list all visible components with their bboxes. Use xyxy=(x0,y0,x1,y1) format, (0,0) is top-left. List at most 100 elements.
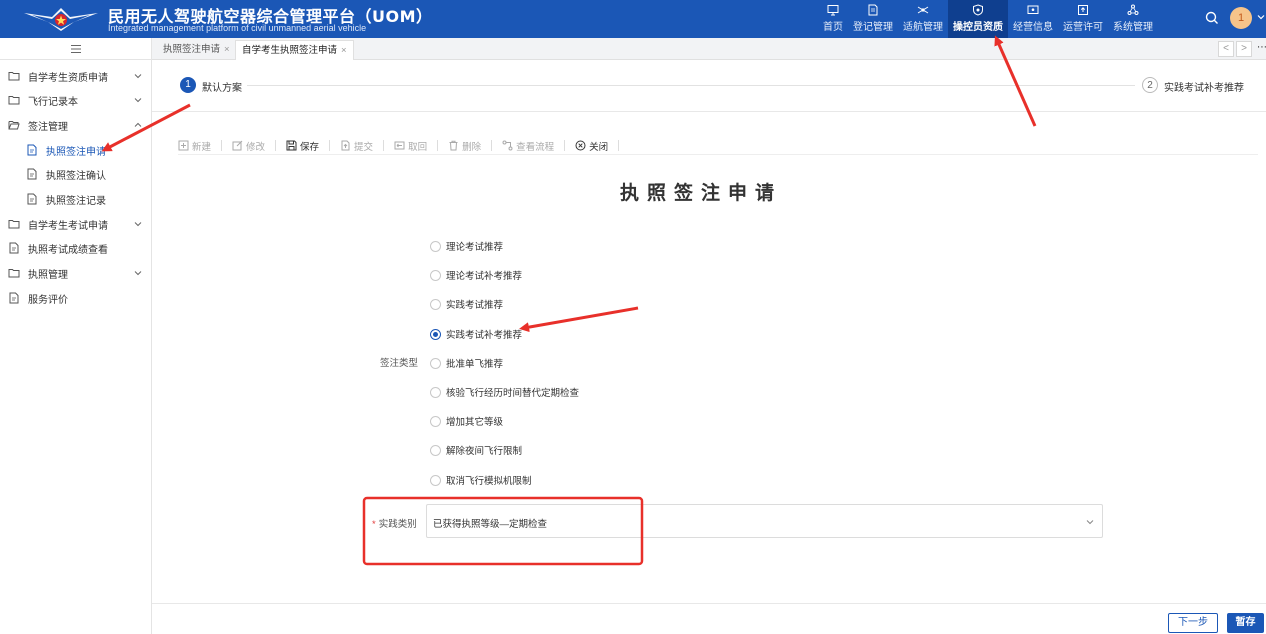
nav-registration[interactable]: 登记管理 xyxy=(848,0,898,38)
close-circle-icon xyxy=(575,140,586,151)
retrieve-icon xyxy=(394,141,405,150)
menu-icon xyxy=(70,44,81,53)
endorsement-option[interactable]: 核验飞行经历时间替代定期检查 xyxy=(430,385,579,399)
monitor-icon xyxy=(827,5,839,16)
nav-label: 首页 xyxy=(823,22,843,33)
save-button[interactable]: 保存 xyxy=(286,139,319,153)
tab-next-button[interactable]: > xyxy=(1236,41,1252,57)
document-icon xyxy=(27,193,37,205)
nav-operation-license[interactable]: 运营许可 xyxy=(1058,0,1108,38)
edit-button[interactable]: 修改 xyxy=(232,139,265,153)
nav-operator-qualification[interactable]: 操控员资质 xyxy=(948,0,1008,38)
chevron-down-icon[interactable] xyxy=(1256,12,1266,22)
form-title: 执照签注申请 xyxy=(620,182,783,204)
sidebar-item[interactable]: 飞行记录本 xyxy=(0,89,152,111)
required-mark: * xyxy=(372,519,376,530)
sidebar-item[interactable]: 执照考试成绩查看 xyxy=(0,237,152,259)
radio-button[interactable] xyxy=(430,328,441,340)
sidebar-item-label: 自学考生资质申请 xyxy=(28,72,108,84)
radio-button[interactable] xyxy=(430,269,441,281)
close-icon[interactable]: × xyxy=(224,44,230,55)
practice-category-select[interactable]: 已获得执照等级—定期检查 xyxy=(426,504,1103,538)
step-1-label[interactable]: 默认方案 xyxy=(202,79,242,94)
search-icon[interactable] xyxy=(1205,11,1219,25)
endorsement-option-label: 理论考试推荐 xyxy=(446,242,504,253)
sidebar-item[interactable]: 自学考生考试申请 xyxy=(0,213,152,235)
document-icon xyxy=(9,242,19,254)
top-nav: 首页 登记管理 适航管理 操控员资质 经营信息 运营许可 系统管理 xyxy=(818,0,1158,38)
nav-home[interactable]: 首页 xyxy=(818,0,848,38)
radio-button[interactable] xyxy=(430,386,441,398)
close-icon[interactable]: × xyxy=(341,45,347,56)
endorsement-option[interactable]: 批准单飞推荐 xyxy=(430,356,503,370)
endorsement-option[interactable]: 实践考试补考推荐 xyxy=(430,327,522,341)
tab-endorsement-application[interactable]: 执照签注申请 × xyxy=(157,40,236,60)
radio-button[interactable] xyxy=(430,474,441,486)
drone-icon xyxy=(917,6,929,14)
temporary-save-button[interactable]: 暂存 xyxy=(1227,613,1264,633)
delete-button[interactable]: 删除 xyxy=(448,139,481,153)
next-step-button[interactable]: 下一步 xyxy=(1168,613,1218,633)
save-icon xyxy=(286,140,297,151)
endorsement-option-label: 实践考试补考推荐 xyxy=(446,330,523,341)
sidebar-item[interactable]: 服务评价 xyxy=(0,287,152,309)
sidebar-item[interactable]: 签注管理 xyxy=(0,114,152,136)
practice-category-label: * 实践类别 xyxy=(372,516,417,530)
sidebar-toggle[interactable] xyxy=(0,38,151,60)
sidebar-item[interactable]: 执照签注确认 xyxy=(0,163,152,185)
new-button[interactable]: 新建 xyxy=(178,139,211,153)
sidebar-item-label: 飞行记录本 xyxy=(28,96,78,108)
sidebar-item-label: 执照管理 xyxy=(28,269,68,281)
document-icon xyxy=(9,292,19,304)
chevron-up-icon xyxy=(134,122,142,127)
tab-bar: 执照签注申请 × 自学考生执照签注申请 × < > ⋯ xyxy=(152,38,1266,60)
radio-button[interactable] xyxy=(430,415,441,427)
chevron-down-icon xyxy=(1086,520,1094,525)
tab-self-study-endorsement[interactable]: 自学考生执照签注申请 × xyxy=(235,40,354,60)
tab-more-button[interactable]: ⋯ xyxy=(1254,41,1266,57)
submit-button[interactable]: 提交 xyxy=(340,139,373,153)
close-label: 关闭 xyxy=(589,141,609,153)
nav-business-info[interactable]: 经营信息 xyxy=(1008,0,1058,38)
sidebar-item-label: 执照签注确认 xyxy=(46,170,106,182)
sidebar-item-label: 自学考生考试申请 xyxy=(28,220,108,232)
tab-prev-button[interactable]: < xyxy=(1218,41,1234,57)
nav-system-management[interactable]: 系统管理 xyxy=(1108,0,1158,38)
retrieve-button[interactable]: 取回 xyxy=(394,139,427,153)
radio-button[interactable] xyxy=(430,240,441,252)
nav-label: 操控员资质 xyxy=(953,22,1003,33)
nav-label: 经营信息 xyxy=(1013,22,1053,33)
document-icon xyxy=(27,144,37,156)
endorsement-option[interactable]: 理论考试补考推荐 xyxy=(430,268,522,282)
endorsement-type-label: 签注类型 xyxy=(380,358,419,369)
close-button[interactable]: 关闭 xyxy=(575,139,608,153)
sidebar-item-label: 执照考试成绩查看 xyxy=(28,244,108,256)
screen-icon xyxy=(1027,5,1039,14)
endorsement-option[interactable]: 取消飞行模拟机限制 xyxy=(430,473,532,487)
chevron-down-icon xyxy=(134,222,142,227)
toolbar-divider xyxy=(564,140,566,151)
endorsement-option[interactable]: 理论考试推荐 xyxy=(430,239,503,253)
endorsement-option[interactable]: 增加其它等级 xyxy=(430,414,503,428)
radio-button[interactable] xyxy=(430,298,441,310)
trash-icon xyxy=(449,140,458,151)
sidebar-item[interactable]: 自学考生资质申请 xyxy=(0,65,152,87)
tab-label: 执照签注申请 xyxy=(163,44,221,55)
step-2-label[interactable]: 实践考试补考推荐 xyxy=(1164,79,1244,94)
user-avatar[interactable]: 1 xyxy=(1230,7,1252,29)
document-icon xyxy=(868,4,878,16)
sidebar-item[interactable]: 执照签注申请 xyxy=(0,139,152,161)
sidebar-item[interactable]: 执照管理 xyxy=(0,262,152,284)
sidebar-item[interactable]: 执照签注记录 xyxy=(0,188,152,210)
upload-icon xyxy=(1078,5,1088,15)
radio-button[interactable] xyxy=(430,357,441,369)
radio-button[interactable] xyxy=(430,444,441,456)
nav-airworthiness[interactable]: 适航管理 xyxy=(898,0,948,38)
submit-label: 提交 xyxy=(354,141,374,153)
toolbar-divider xyxy=(491,140,493,151)
practice-category-text: 实践类别 xyxy=(378,519,417,530)
endorsement-option[interactable]: 实践考试推荐 xyxy=(430,297,503,311)
nav-label: 适航管理 xyxy=(903,22,943,33)
view-flow-button[interactable]: 查看流程 xyxy=(502,139,554,153)
endorsement-option[interactable]: 解除夜间飞行限制 xyxy=(430,443,522,457)
